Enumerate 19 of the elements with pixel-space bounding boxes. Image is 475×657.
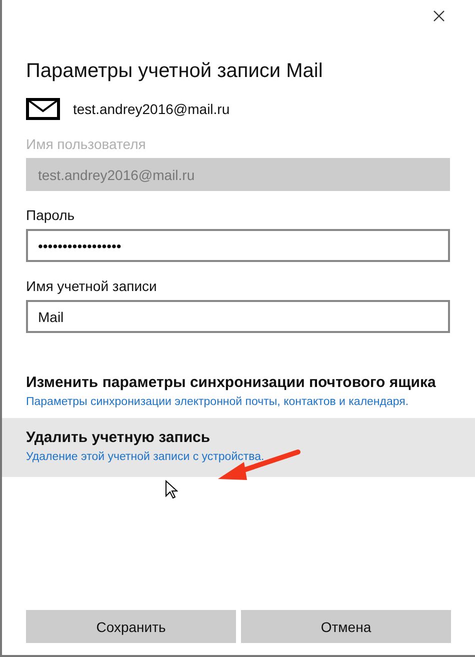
account-email: test.andrey2016@mail.ru (73, 101, 230, 117)
option-title: Удалить учетную запись (26, 428, 212, 448)
option-link[interactable]: Параметры синхронизации электронной почты, контактов и календаря. (26, 396, 451, 408)
close-icon[interactable] (433, 10, 445, 22)
settings-option[interactable]: Удалить учетную запись Удаление этой учетной записи с устройства. (2, 418, 475, 477)
field-label: Имя учетной записи (26, 278, 158, 294)
input-field[interactable]: Mail (26, 300, 450, 333)
field-label: Имя пользователя (26, 136, 147, 152)
dialog-title: Параметры учетной записи Mail (26, 60, 324, 83)
option-link[interactable]: Удаление этой учетной записи с устройства. (26, 451, 451, 463)
input-field: test.andrey2016@mail.ru (26, 158, 450, 191)
envelope-icon (26, 98, 60, 120)
input-field[interactable]: ••••••••••••••••• (26, 229, 450, 262)
dialog-button[interactable]: Сохранить (26, 610, 236, 643)
settings-option[interactable]: Изменить параметры синхронизации почтового ящика Параметры синхронизации электронной почты, контактов и календаря. (2, 367, 475, 418)
dialog-button[interactable]: Отмена (241, 610, 451, 643)
option-title: Изменить параметры синхронизации почтового ящика (26, 373, 437, 393)
mouse-cursor-icon (165, 480, 178, 499)
field-label: Пароль (26, 207, 76, 223)
